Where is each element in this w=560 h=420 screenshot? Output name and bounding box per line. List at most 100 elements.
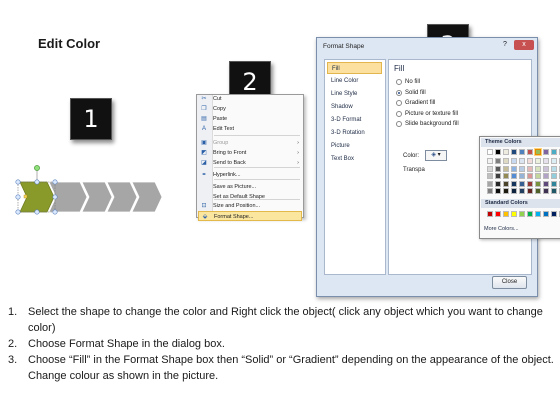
- close-button[interactable]: Close: [492, 276, 527, 289]
- nav-fill[interactable]: Fill: [327, 62, 382, 74]
- menu-item-label: Bring to Front: [213, 150, 247, 156]
- standard-swatch[interactable]: [487, 211, 493, 217]
- nav-line-color[interactable]: Line Color: [327, 75, 382, 87]
- theme-shade-swatch[interactable]: [527, 158, 533, 164]
- theme-shade-swatch[interactable]: [519, 180, 525, 187]
- theme-shade-swatch[interactable]: [495, 165, 501, 172]
- theme-shade-swatch[interactable]: [519, 165, 525, 172]
- theme-shade-swatch[interactable]: [519, 158, 525, 164]
- theme-shade-swatch[interactable]: [487, 158, 493, 164]
- standard-swatch[interactable]: [511, 211, 517, 217]
- standard-swatch[interactable]: [503, 211, 509, 217]
- theme-shade-swatch[interactable]: [535, 188, 541, 194]
- theme-swatch[interactable]: [519, 149, 525, 155]
- radio-button[interactable]: [396, 89, 402, 96]
- theme-shade-swatch[interactable]: [551, 173, 557, 179]
- standard-swatch[interactable]: [543, 211, 549, 217]
- menu-item-size-and-position[interactable]: ⊡ Size and Position...: [198, 201, 302, 211]
- instruction-item: 2. Choose Format Shape in the dialog box.: [8, 338, 225, 350]
- standard-swatch[interactable]: [551, 211, 557, 217]
- bring-to-front-icon: ◩: [201, 150, 207, 156]
- theme-shade-swatch[interactable]: [487, 173, 493, 179]
- theme-shade-swatch[interactable]: [495, 188, 501, 194]
- theme-shade-swatch[interactable]: [495, 180, 501, 187]
- radio-button[interactable]: [396, 110, 402, 117]
- theme-shade-swatch[interactable]: [535, 165, 541, 172]
- menu-item-edit-text[interactable]: A Edit Text: [198, 124, 302, 134]
- theme-shade-swatch[interactable]: [543, 158, 549, 164]
- standard-swatch[interactable]: [495, 211, 501, 217]
- theme-shade-swatch[interactable]: [543, 165, 549, 172]
- theme-shade-swatch[interactable]: [535, 158, 541, 164]
- theme-swatch[interactable]: [534, 148, 542, 156]
- more-colors-link[interactable]: More Colors...: [484, 226, 519, 232]
- theme-swatch[interactable]: [543, 149, 549, 155]
- theme-shade-swatch[interactable]: [543, 180, 549, 187]
- nav-line-style[interactable]: Line Style: [327, 88, 382, 100]
- menu-item-bring-to-front[interactable]: ◩ Bring to Front ›: [198, 148, 302, 158]
- nav-text-box[interactable]: Text Box: [327, 153, 382, 165]
- nav-shadow[interactable]: Shadow: [327, 101, 382, 113]
- theme-shade-swatch[interactable]: [511, 188, 517, 194]
- theme-shade-swatch[interactable]: [487, 165, 493, 172]
- radio-button[interactable]: [396, 100, 402, 106]
- theme-shade-swatch[interactable]: [495, 173, 501, 179]
- theme-shade-swatch[interactable]: [527, 188, 533, 194]
- theme-shade-swatch[interactable]: [527, 180, 533, 187]
- theme-shade-swatch[interactable]: [543, 173, 549, 179]
- menu-item-paste[interactable]: ▤ Paste: [198, 114, 302, 124]
- menu-item-save-as-picture[interactable]: Save as Picture...: [198, 182, 302, 192]
- help-button[interactable]: ?: [499, 40, 511, 50]
- theme-swatch[interactable]: [511, 149, 517, 155]
- color-picker-button[interactable]: ◈ ▾: [425, 150, 447, 161]
- theme-shade-swatch[interactable]: [519, 173, 525, 179]
- format-shape-icon: ⬙: [202, 214, 208, 220]
- nav-picture[interactable]: Picture: [327, 140, 382, 152]
- theme-shade-swatch[interactable]: [511, 173, 517, 179]
- dialog-close-icon[interactable]: x: [514, 40, 534, 50]
- theme-shade-swatch[interactable]: [527, 173, 533, 179]
- fill-heading: Fill: [394, 64, 405, 73]
- theme-shade-swatch[interactable]: [511, 158, 517, 164]
- theme-swatch[interactable]: [551, 149, 557, 155]
- theme-shade-swatch[interactable]: [535, 180, 541, 187]
- theme-shade-swatch[interactable]: [551, 165, 557, 172]
- theme-shade-swatch[interactable]: [511, 180, 517, 187]
- menu-item-copy[interactable]: ❐ Copy: [198, 104, 302, 114]
- edit-text-icon: A: [201, 126, 206, 132]
- theme-shade-swatch[interactable]: [527, 165, 533, 172]
- theme-shade-swatch[interactable]: [495, 158, 501, 164]
- theme-swatch[interactable]: [487, 149, 493, 155]
- theme-shade-swatch[interactable]: [551, 188, 557, 194]
- menu-item-format-shape[interactable]: ⬙ Format Shape...: [198, 211, 302, 221]
- theme-shade-swatch[interactable]: [487, 180, 493, 187]
- standard-swatch[interactable]: [535, 211, 541, 217]
- theme-shade-swatch[interactable]: [503, 158, 509, 164]
- theme-swatch[interactable]: [495, 149, 501, 155]
- group-icon: ▣: [201, 140, 207, 146]
- theme-shade-swatch[interactable]: [503, 173, 509, 179]
- theme-shade-swatch[interactable]: [511, 165, 517, 172]
- theme-shade-swatch[interactable]: [487, 188, 493, 194]
- nav-3d-rotation[interactable]: 3-D Rotation: [327, 127, 382, 139]
- theme-shade-swatch[interactable]: [551, 180, 557, 187]
- theme-swatch[interactable]: [527, 149, 533, 155]
- copy-icon: ❐: [201, 106, 207, 112]
- standard-swatch[interactable]: [519, 211, 525, 217]
- theme-shade-swatch[interactable]: [551, 158, 557, 164]
- theme-shade-swatch[interactable]: [543, 188, 549, 194]
- chevron-process-shape[interactable]: [10, 160, 170, 226]
- menu-separator: [214, 135, 300, 136]
- radio-button[interactable]: [396, 79, 402, 85]
- theme-shade-swatch[interactable]: [535, 173, 541, 179]
- theme-shade-swatch[interactable]: [503, 165, 509, 172]
- theme-shade-swatch[interactable]: [503, 180, 509, 187]
- menu-item-cut[interactable]: ✂ Cut: [198, 94, 302, 104]
- theme-swatch[interactable]: [503, 149, 509, 155]
- theme-shade-swatch[interactable]: [503, 188, 509, 194]
- radio-button[interactable]: [396, 121, 402, 127]
- size-position-icon: ⊡: [201, 203, 207, 209]
- nav-3d-format[interactable]: 3-D Format: [327, 114, 382, 126]
- theme-shade-swatch[interactable]: [519, 188, 525, 194]
- standard-swatch[interactable]: [527, 211, 533, 217]
